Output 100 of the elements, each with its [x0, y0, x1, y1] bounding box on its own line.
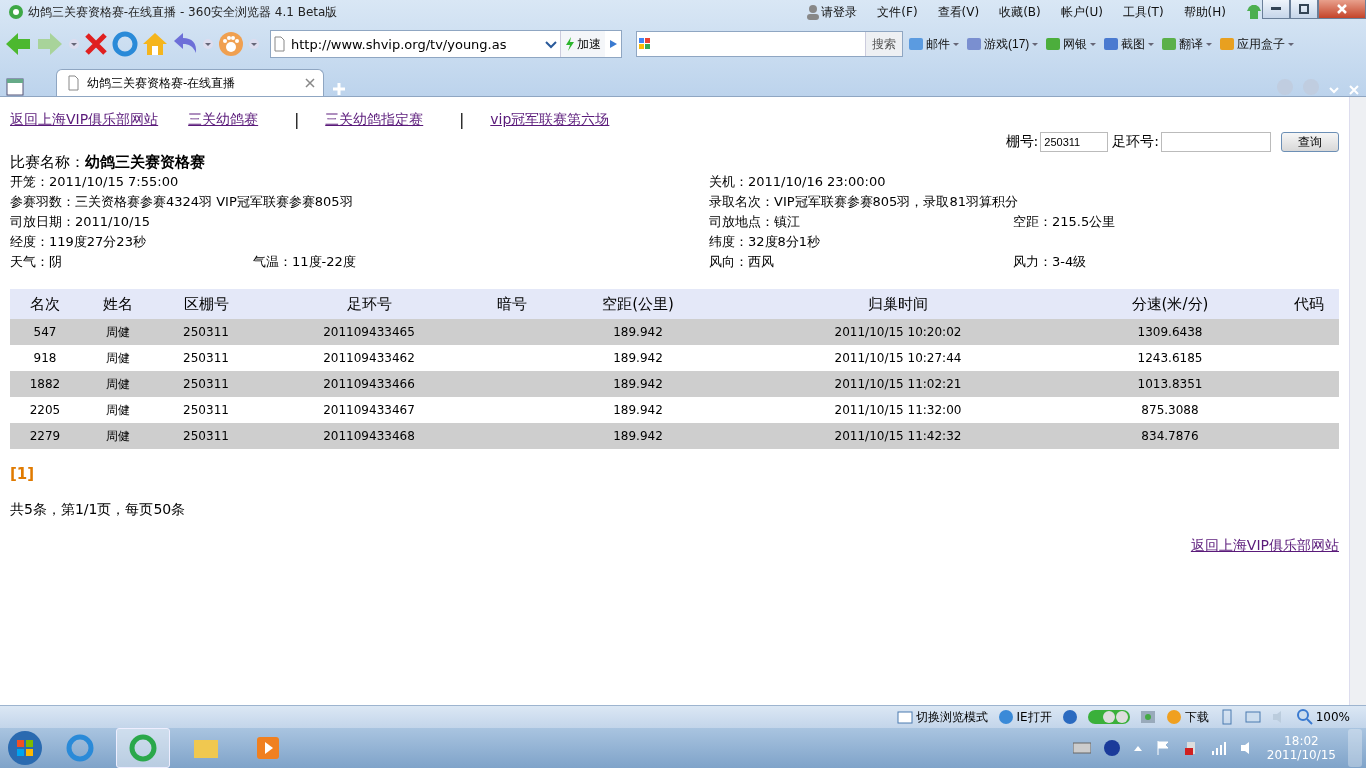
clock-time: 18:02 [1284, 734, 1319, 748]
table-cell: 1243.6185 [1062, 345, 1278, 371]
clock-date: 2011/10/15 [1266, 748, 1336, 762]
table-cell: 875.3088 [1062, 397, 1278, 423]
close-button[interactable] [1318, 0, 1366, 19]
caret-up-icon[interactable] [1132, 744, 1143, 752]
info-text: 空距：215.5公里 [1013, 213, 1117, 231]
table-cell: 250311 [156, 371, 256, 397]
plus-icon[interactable] [332, 82, 346, 96]
table-cell: 2279 [10, 423, 80, 449]
nav-link[interactable]: vip冠军联赛第六场 [490, 111, 616, 129]
caret-icon [1089, 40, 1098, 48]
back-icon[interactable] [4, 30, 32, 58]
media-icon [254, 734, 282, 762]
caret-icon [952, 40, 960, 48]
paw-icon[interactable] [218, 31, 244, 57]
sidebar-icon[interactable] [6, 78, 24, 96]
speed-button[interactable]: 加速 [560, 31, 605, 57]
toolbar-button[interactable]: 应用盒子 [1218, 35, 1297, 53]
start-icon[interactable] [6, 729, 44, 767]
toolbar-button[interactable]: 游戏(17) [965, 35, 1041, 53]
shirt-icon[interactable] [1246, 4, 1262, 20]
table-cell: 189.942 [542, 423, 734, 449]
home-icon[interactable] [142, 31, 168, 57]
table-cell: 1309.6438 [1062, 319, 1278, 345]
separator: | [459, 111, 465, 129]
table-cell: 2011/10/15 11:42:32 [734, 423, 1062, 449]
signal-icon[interactable] [1210, 740, 1227, 756]
menu-item[interactable]: 收藏(B) [999, 3, 1041, 21]
image-icon[interactable] [1139, 709, 1156, 725]
table-cell: 250311 [156, 319, 256, 345]
caret-icon [1031, 40, 1040, 48]
table-cell: 547 [10, 319, 80, 345]
info-text: 纬度：32度8分1秒 [709, 233, 822, 251]
show-desktop-button[interactable] [1348, 729, 1362, 767]
menu-item[interactable]: 帮助(H) [1183, 3, 1226, 21]
caret-icon [1205, 40, 1214, 48]
ring-number-field[interactable] [1161, 132, 1271, 152]
zoom-button[interactable]: 100% [1296, 709, 1350, 725]
menu-item[interactable]: 请登录 [821, 3, 858, 21]
menu-item[interactable]: 查看(V) [937, 3, 980, 21]
search-field[interactable]: 搜索 [636, 31, 903, 57]
page-icon [271, 36, 287, 52]
table-cell: 834.7876 [1062, 423, 1278, 449]
search-button[interactable]: 搜索 [865, 32, 902, 56]
table-cell: 1013.8351 [1062, 371, 1278, 397]
caret-icon[interactable] [248, 38, 260, 50]
restore-button[interactable] [1290, 0, 1318, 19]
table-cell: 201109433468 [256, 423, 482, 449]
user-icon[interactable] [805, 4, 822, 20]
table-cell: 189.942 [542, 371, 734, 397]
info-text: 司放日期：2011/10/15 [10, 213, 151, 231]
minimize-button[interactable] [1262, 0, 1290, 19]
table-cell: 201109433465 [256, 319, 482, 345]
zoom-icon [1296, 709, 1313, 725]
field-label: 足环号: [1112, 133, 1159, 151]
table-cell: 201109433466 [256, 371, 482, 397]
stop-icon[interactable] [84, 32, 108, 56]
nav-link[interactable]: 返回上海VIP俱乐部网站 [10, 111, 159, 129]
download-button[interactable]: 下载 [1165, 708, 1209, 726]
window-icon[interactable] [1244, 709, 1261, 725]
scrollbar[interactable] [1349, 97, 1366, 705]
mode-button[interactable]: 切换浏览模式 [896, 708, 988, 726]
table-cell: 189.942 [542, 345, 734, 371]
separator: | [294, 111, 300, 129]
toolbar-button[interactable]: 邮件 [907, 35, 961, 53]
nav-link[interactable]: 三关幼鸽指定赛 [325, 111, 430, 129]
nav-link[interactable]: 三关幼鸽赛 [188, 111, 265, 129]
back-link[interactable]: 返回上海VIP俱乐部网站 [1190, 537, 1339, 555]
ie-button[interactable]: IE打开 [997, 708, 1052, 726]
close-icon[interactable] [305, 78, 315, 88]
query-button[interactable]: 查询 [1281, 132, 1339, 152]
menu-item[interactable]: 文件(F) [877, 3, 918, 21]
toolbar-button[interactable]: 截图 [1102, 35, 1157, 53]
app-icon [966, 36, 982, 52]
address-field[interactable]: http://www.shvip.org/tv/young.as 加速 [270, 30, 622, 58]
caret-icon[interactable] [202, 38, 214, 50]
keyboard-icon[interactable] [1072, 742, 1091, 754]
pen-number-field[interactable]: 250311 [1040, 132, 1109, 152]
minimize-icon[interactable] [1271, 7, 1281, 11]
table-cell: 201109433462 [256, 345, 482, 371]
table-cell: 2011/10/15 10:20:02 [734, 319, 1062, 345]
menu-item[interactable]: 帐户(U) [1060, 3, 1103, 21]
menu-item[interactable]: 工具(T) [1122, 3, 1164, 21]
toolbar-button[interactable]: 翻译 [1160, 35, 1215, 53]
refresh-icon[interactable] [112, 31, 138, 57]
table-cell: 250311 [156, 345, 256, 371]
chevron-icon[interactable] [1328, 84, 1340, 96]
caret-icon[interactable] [68, 38, 80, 50]
toolbar-button[interactable]: 网银 [1044, 35, 1099, 53]
table-cell: 189.942 [542, 319, 734, 345]
flag-icon[interactable] [1154, 740, 1171, 756]
info-text: 天气：阴 [10, 253, 63, 271]
taskbar-button[interactable] [116, 728, 170, 768]
column-header: 足环号 [256, 289, 482, 319]
window-title: 幼鸽三关赛资格赛-在线直播 - 360安全浏览器 4.1 Beta版 [26, 3, 339, 21]
browser-tab[interactable]: 幼鸽三关赛资格赛-在线直播 [56, 69, 324, 96]
table-cell: 2011/10/15 11:02:21 [734, 371, 1062, 397]
toggle-icon[interactable] [1087, 709, 1130, 725]
restore-icon[interactable] [1299, 4, 1309, 14]
